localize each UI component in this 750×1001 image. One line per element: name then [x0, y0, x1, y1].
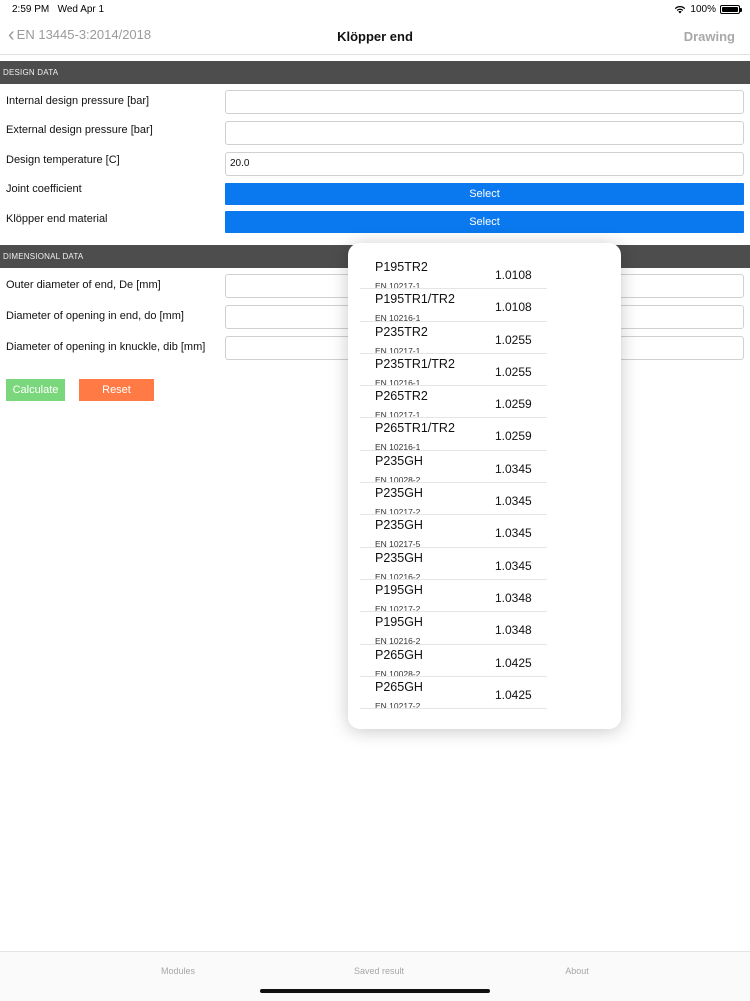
- external-pressure-label: External design pressure [bar]: [6, 124, 153, 136]
- material-number: 1.0345: [495, 461, 532, 476]
- material-list-item[interactable]: P195GH EN 10216-2 1.0348: [348, 612, 621, 646]
- material-name: P265GH: [375, 679, 423, 694]
- navigation-bar: ‹ EN 13445-3:2014/2018 Klöpper end Drawi…: [0, 18, 750, 55]
- material-list-item[interactable]: P265TR2 EN 10217-1 1.0259: [348, 386, 621, 420]
- status-right: 100%: [674, 4, 742, 15]
- material-number: 1.0108: [495, 300, 532, 315]
- material-number: 1.0425: [495, 655, 532, 670]
- material-select-button[interactable]: Select: [225, 211, 744, 233]
- material-number: 1.0255: [495, 332, 532, 347]
- material-number: 1.0255: [495, 364, 532, 379]
- status-time: 2:59 PM Wed Apr 1: [12, 4, 105, 15]
- material-list-item[interactable]: P235GH EN 10217-2 1.0345: [348, 483, 621, 517]
- material-name: P195TR2: [375, 260, 428, 274]
- joint-coefficient-label: Joint coefficient: [6, 183, 82, 195]
- material-name: P265GH: [375, 647, 423, 662]
- battery-percent: 100%: [690, 4, 716, 15]
- row-divider: [360, 708, 547, 709]
- material-list-item[interactable]: P195GH EN 10217-2 1.0348: [348, 580, 621, 614]
- material-list[interactable]: P195TR2 EN 10217-1 1.0108 P195TR1/TR2 EN 102…: [348, 257, 621, 709]
- material-list-item[interactable]: P235GH EN 10217-5 1.0345: [348, 515, 621, 549]
- material-name: P235GH: [375, 486, 423, 501]
- material-list-item[interactable]: P265TR1/TR2 EN 10216-1 1.0259: [348, 418, 621, 452]
- material-list-item[interactable]: P195TR2 EN 10217-1 1.0108: [348, 257, 621, 291]
- design-temperature-input[interactable]: 20.0: [225, 152, 744, 176]
- material-name: P235GH: [375, 518, 423, 533]
- opening-end-label: Diameter of opening in end, do [mm]: [6, 310, 184, 322]
- material-name: P265TR2: [375, 389, 428, 404]
- tab-saved-result[interactable]: Saved result: [319, 966, 439, 976]
- material-name: P265TR1/TR2: [375, 421, 455, 436]
- battery-icon: [720, 5, 742, 14]
- material-name: P235TR2: [375, 324, 428, 339]
- material-list-item[interactable]: P195TR1/TR2 EN 10216-1 1.0108: [348, 289, 621, 323]
- material-number: 1.0108: [495, 268, 532, 282]
- material-name: P195TR1/TR2: [375, 292, 455, 307]
- material-name: P235GH: [375, 453, 423, 468]
- material-list-item[interactable]: P235TR2 EN 10217-1 1.0255: [348, 322, 621, 356]
- material-name: P235GH: [375, 550, 423, 565]
- joint-coefficient-select-button[interactable]: Select: [225, 183, 744, 205]
- material-list-item[interactable]: P235TR1/TR2 EN 10216-1 1.0255: [348, 354, 621, 388]
- material-name: P195GH: [375, 615, 423, 630]
- reset-button[interactable]: Reset: [79, 379, 154, 401]
- internal-pressure-label: Internal design pressure [bar]: [6, 95, 150, 107]
- material-popover: P195TR2 EN 10217-1 1.0108 P195TR1/TR2 EN 102…: [348, 243, 621, 729]
- material-number: 1.0259: [495, 397, 532, 412]
- material-list-item[interactable]: P235GH EN 10028-2 1.0345: [348, 451, 621, 485]
- tab-modules[interactable]: Modules: [118, 966, 238, 976]
- wifi-icon: [675, 6, 686, 14]
- material-list-item[interactable]: P265GH EN 10028-2 1.0425: [348, 645, 621, 679]
- material-name: P195GH: [375, 582, 423, 597]
- material-list-item[interactable]: P235GH EN 10216-2 1.0345: [348, 548, 621, 582]
- material-number: 1.0425: [495, 687, 532, 702]
- material-list-item[interactable]: P265GH EN 10217-2 1.0425: [348, 677, 621, 709]
- material-number: 1.0345: [495, 526, 532, 541]
- opening-knuckle-label: Diameter of opening in knuckle, dib [mm]: [6, 341, 206, 353]
- design-temperature-label: Design temperature [C]: [6, 154, 120, 166]
- material-number: 1.0345: [495, 558, 532, 573]
- design-data-header: DESIGN DATA: [0, 61, 750, 84]
- external-pressure-input[interactable]: [225, 121, 744, 145]
- internal-pressure-input[interactable]: [225, 90, 744, 114]
- material-label: Klöpper end material: [6, 213, 108, 225]
- calculate-button[interactable]: Calculate: [6, 379, 65, 401]
- material-number: 1.0348: [495, 623, 532, 638]
- page-title: Klöpper end: [337, 29, 413, 44]
- material-name: P235TR1/TR2: [375, 356, 455, 371]
- tab-bar: Modules Saved result About: [0, 951, 750, 1001]
- material-number: 1.0259: [495, 429, 532, 444]
- home-indicator: [260, 989, 490, 993]
- outer-diameter-label: Outer diameter of end, De [mm]: [6, 279, 161, 291]
- drawing-button[interactable]: Drawing: [684, 29, 735, 44]
- tab-about[interactable]: About: [517, 966, 637, 976]
- status-bar: 2:59 PM Wed Apr 1 100%: [0, 0, 750, 18]
- material-number: 1.0348: [495, 590, 532, 605]
- material-number: 1.0345: [495, 494, 532, 509]
